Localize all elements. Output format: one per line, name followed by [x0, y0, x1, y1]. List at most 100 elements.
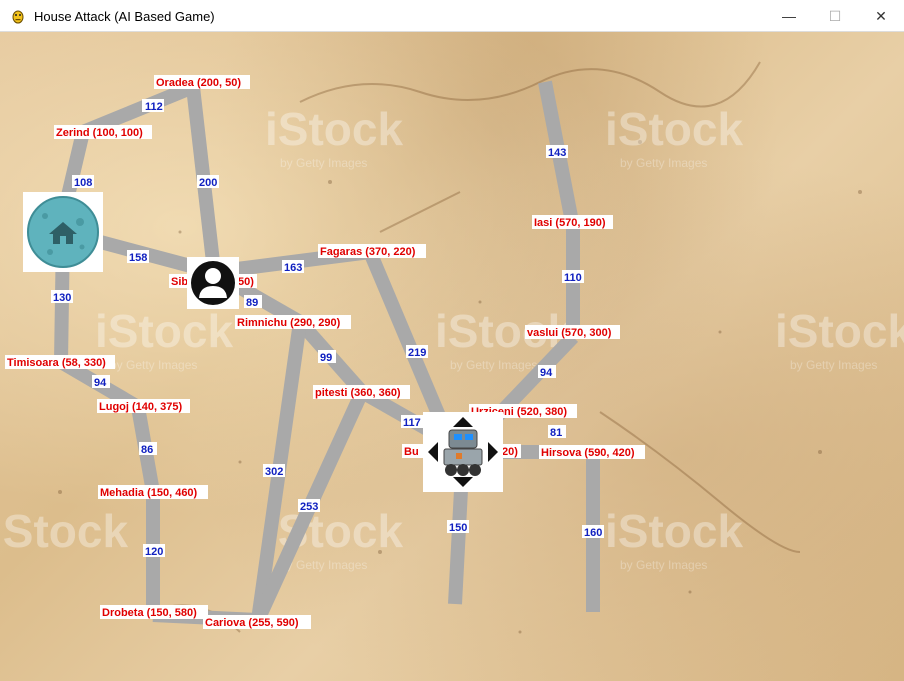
svg-text:Sib: Sib: [171, 276, 188, 288]
svg-text:130: 130: [53, 292, 71, 304]
svg-text:vaslui (570, 300): vaslui (570, 300): [527, 327, 612, 339]
minimize-button[interactable]: —: [766, 0, 812, 32]
weight-302: 302: [263, 464, 285, 478]
svg-text:110: 110: [564, 272, 582, 284]
city-drobeta: Drobeta (150, 580): [100, 605, 208, 619]
svg-text:Mehadia (150, 460): Mehadia (150, 460): [100, 487, 198, 499]
city-bucharest-right: 20): [501, 444, 521, 458]
svg-text:Hirsova (590, 420): Hirsova (590, 420): [541, 447, 635, 459]
svg-text:Oradea (200, 50): Oradea (200, 50): [156, 77, 241, 89]
svg-text:50): 50): [238, 276, 254, 288]
svg-text:Fagaras (370, 220): Fagaras (370, 220): [320, 246, 416, 258]
svg-text:iStock: iStock: [605, 103, 743, 155]
maximize-icon: ☐: [828, 7, 842, 24]
svg-text:by Getty Images: by Getty Images: [620, 156, 707, 170]
city-sibiu-left: Sib: [169, 274, 189, 288]
city-lugoj: Lugoj (140, 375): [97, 399, 190, 413]
svg-text:iStock: iStock: [95, 305, 233, 357]
robot-piece[interactable]: [423, 412, 503, 492]
svg-text:143: 143: [548, 147, 566, 159]
svg-text:by Getty Images: by Getty Images: [280, 558, 367, 572]
svg-text:iStock: iStock: [775, 305, 904, 357]
svg-text:150: 150: [449, 522, 467, 534]
road-oradea-sibiu: [186, 86, 220, 263]
weight-200: 200: [197, 175, 219, 189]
svg-text:iStock: iStock: [265, 103, 403, 155]
svg-text:Timisoara (58, 330): Timisoara (58, 330): [7, 357, 106, 369]
svg-text:pitesti (360, 360): pitesti (360, 360): [315, 387, 401, 399]
window-title: House Attack (AI Based Game): [34, 9, 215, 24]
weight-108: 108: [72, 175, 94, 189]
svg-text:160: 160: [584, 527, 602, 539]
window-titlebar: House Attack (AI Based Game) — ☐ ✕: [0, 0, 904, 32]
player-piece[interactable]: [187, 257, 239, 309]
svg-text:Cariova (255, 590): Cariova (255, 590): [205, 617, 299, 629]
city-sibiu-right: 50): [237, 274, 257, 288]
svg-text:112: 112: [145, 101, 163, 113]
svg-text:iStock: iStock: [0, 505, 128, 557]
close-icon: ✕: [875, 7, 887, 24]
svg-text:Drobeta (150, 580): Drobeta (150, 580): [102, 607, 197, 619]
city-hirsova: Hirsova (590, 420): [539, 445, 645, 459]
game-board[interactable]: iStock by Getty Images iStock by Getty I…: [0, 32, 904, 681]
svg-text:86: 86: [141, 444, 153, 456]
weight-130: 130: [51, 290, 73, 304]
svg-text:117: 117: [403, 417, 421, 429]
svg-text:Iasi (570, 190): Iasi (570, 190): [534, 217, 606, 229]
house-piece[interactable]: [23, 192, 103, 272]
city-fagaras: Fagaras (370, 220): [318, 244, 426, 258]
weight-81: 81: [548, 425, 566, 439]
svg-text:219: 219: [408, 347, 426, 359]
weight-99: 99: [318, 350, 336, 364]
city-iasi: Iasi (570, 190): [532, 215, 613, 229]
svg-text:by Getty Images: by Getty Images: [110, 358, 197, 372]
svg-text:Bu: Bu: [404, 446, 419, 458]
svg-text:163: 163: [284, 262, 302, 274]
weight-219: 219: [406, 345, 428, 359]
city-zerind: Zerind (100, 100): [54, 125, 152, 139]
svg-text:253: 253: [300, 501, 318, 513]
city-bucharest-left: Bu: [402, 444, 424, 458]
svg-text:Rimnichu (290, 290): Rimnichu (290, 290): [237, 317, 341, 329]
watermark: iStock by Getty Images iStock by Getty I…: [0, 103, 904, 572]
svg-text:iStock: iStock: [605, 505, 743, 557]
pygame-snake-icon: [12, 10, 24, 24]
weight-163: 163: [282, 260, 304, 274]
svg-text:99: 99: [320, 352, 332, 364]
svg-text:Zerind (100, 100): Zerind (100, 100): [56, 127, 143, 139]
weight-110: 110: [562, 270, 584, 284]
svg-text:by Getty Images: by Getty Images: [790, 358, 877, 372]
svg-text:89: 89: [246, 297, 258, 309]
city-cariova: Cariova (255, 590): [203, 615, 311, 629]
close-button[interactable]: ✕: [858, 0, 904, 32]
svg-text:94: 94: [540, 367, 553, 379]
svg-text:120: 120: [145, 546, 163, 558]
maximize-button[interactable]: ☐: [812, 0, 858, 32]
city-timisoara: Timisoara (58, 330): [5, 355, 115, 369]
city-rimnichu: Rimnichu (290, 290): [235, 315, 351, 329]
city-mehadia: Mehadia (150, 460): [98, 485, 208, 499]
weight-89: 89: [244, 295, 262, 309]
svg-text:302: 302: [265, 466, 283, 478]
svg-text:by Getty Images: by Getty Images: [450, 358, 537, 372]
weight-94a: 94: [92, 375, 110, 389]
weight-160: 160: [582, 525, 604, 539]
svg-text:158: 158: [129, 252, 147, 264]
weight-253: 253: [298, 499, 320, 513]
map-canvas: iStock by Getty Images iStock by Getty I…: [0, 61, 904, 634]
weight-143: 143: [546, 145, 568, 159]
svg-text:200: 200: [199, 177, 217, 189]
weight-120: 120: [143, 544, 165, 558]
svg-text:Lugoj (140, 375): Lugoj (140, 375): [99, 401, 182, 413]
svg-text:94: 94: [94, 377, 107, 389]
svg-text:by Getty Images: by Getty Images: [280, 156, 367, 170]
weight-117: 117: [401, 415, 423, 429]
svg-text:by Getty Images: by Getty Images: [620, 558, 707, 572]
city-oradea: Oradea (200, 50): [154, 75, 250, 89]
city-vaslui: vaslui (570, 300): [525, 325, 620, 339]
city-pitesti: pitesti (360, 360): [313, 385, 410, 399]
svg-text:20): 20): [502, 446, 518, 458]
svg-text:81: 81: [550, 427, 562, 439]
weight-158: 158: [127, 250, 149, 264]
weight-94b: 94: [538, 365, 556, 379]
